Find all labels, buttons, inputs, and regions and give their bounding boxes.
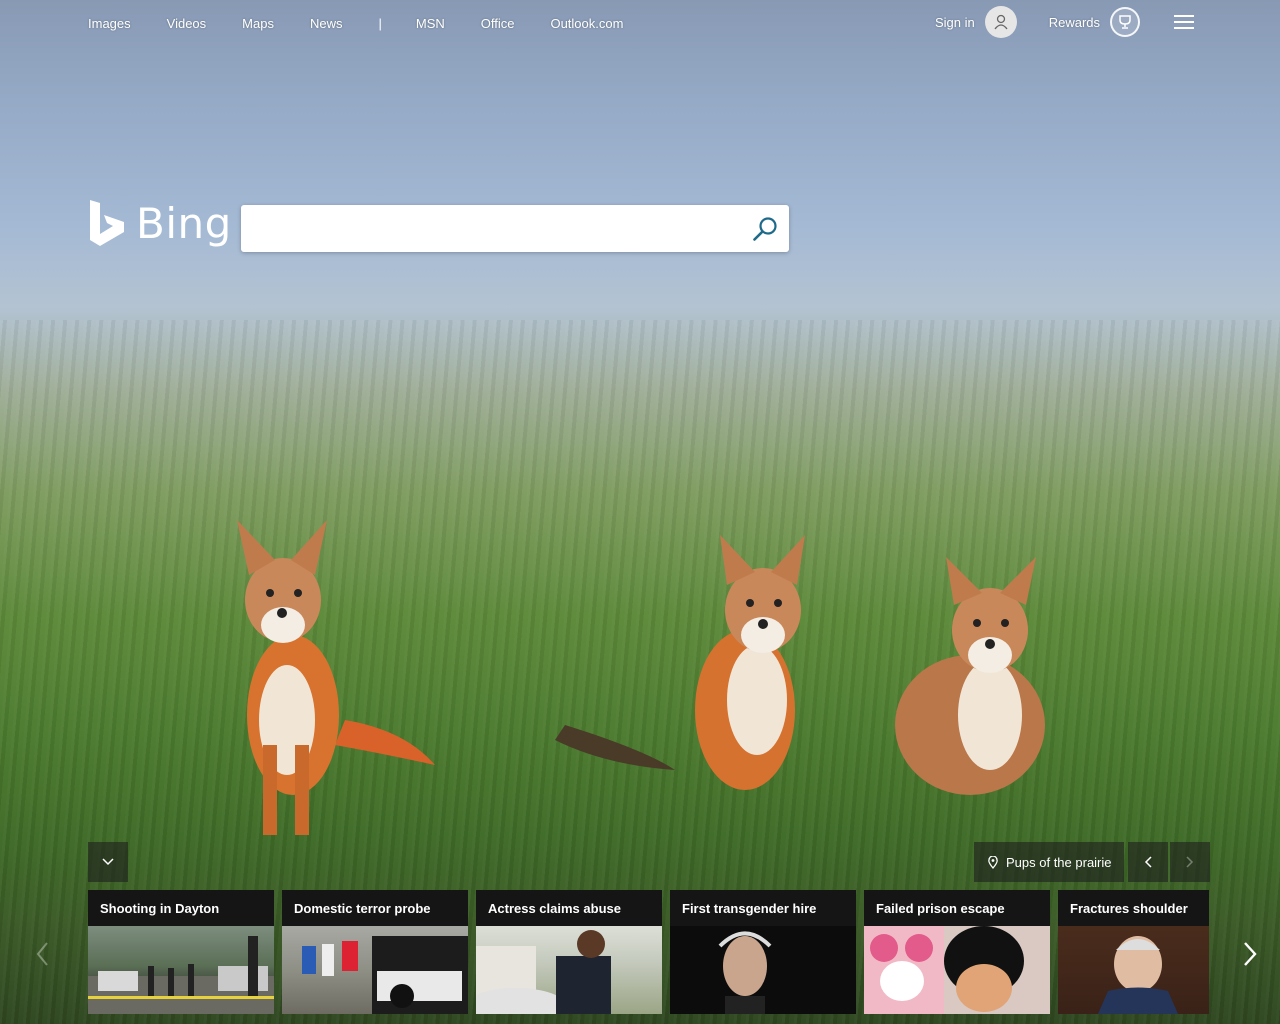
news-card[interactable]: Fractures shoulder xyxy=(1058,890,1209,1014)
news-card-thumbnail xyxy=(282,926,468,1014)
trophy-icon[interactable] xyxy=(1110,7,1140,37)
top-nav: Images Videos Maps News | MSN Office Out… xyxy=(88,13,659,33)
hamburger-icon[interactable] xyxy=(1174,15,1194,29)
account-bar: Sign in Rewards xyxy=(935,6,1194,38)
nav-msn-link[interactable]: MSN xyxy=(416,16,445,31)
chevron-down-icon xyxy=(102,858,114,866)
news-card[interactable]: Actress claims abuse xyxy=(476,890,662,1014)
news-card-title: Failed prison escape xyxy=(864,890,1050,926)
chevron-right-icon xyxy=(1185,856,1193,868)
previous-image-button[interactable] xyxy=(1127,842,1168,882)
news-card-title: Fractures shoulder xyxy=(1058,890,1209,926)
news-card[interactable]: First transgender hire xyxy=(670,890,856,1014)
nav-separator: | xyxy=(378,15,382,31)
user-icon[interactable] xyxy=(984,6,1017,38)
fox-right xyxy=(895,557,1045,795)
nav-news-link[interactable]: News xyxy=(310,16,343,31)
signin-link[interactable]: Sign in xyxy=(935,15,975,30)
news-card[interactable]: Failed prison escape xyxy=(864,890,1050,1014)
news-card-title: First transgender hire xyxy=(670,890,856,926)
carousel-next-icon[interactable] xyxy=(1240,940,1260,968)
fox-left xyxy=(237,520,435,835)
bing-b-icon xyxy=(90,200,124,246)
news-carousel: Shooting in Dayton Domestic terror probe… xyxy=(88,890,1209,1014)
image-title-button[interactable]: Pups of the prairie xyxy=(974,842,1124,882)
next-image-button[interactable] xyxy=(1169,842,1210,882)
nav-maps-link[interactable]: Maps xyxy=(242,16,274,31)
news-card[interactable]: Domestic terror probe xyxy=(282,890,468,1014)
news-card-thumbnail xyxy=(670,926,856,1014)
news-card-title: Actress claims abuse xyxy=(476,890,662,926)
news-card-thumbnail xyxy=(88,926,274,1014)
news-card-thumbnail xyxy=(1058,926,1209,1014)
news-card-thumbnail xyxy=(864,926,1050,1014)
collapse-button[interactable] xyxy=(88,842,128,882)
carousel-prev-icon[interactable] xyxy=(34,940,50,968)
news-card[interactable]: Shooting in Dayton xyxy=(88,890,274,1014)
chevron-left-icon xyxy=(1144,856,1152,868)
bing-logo[interactable]: Bing xyxy=(88,198,232,248)
news-card-thumbnail xyxy=(476,926,662,1014)
rewards-link[interactable]: Rewards xyxy=(1049,15,1100,30)
image-info-bar: Pups of the prairie xyxy=(974,842,1210,882)
nav-images-link[interactable]: Images xyxy=(88,16,131,31)
search-input[interactable] xyxy=(253,213,747,245)
nav-videos-link[interactable]: Videos xyxy=(167,16,207,31)
location-pin-icon xyxy=(988,855,998,869)
fox-middle xyxy=(555,535,805,790)
news-card-title: Domestic terror probe xyxy=(282,890,468,926)
nav-outlook-link[interactable]: Outlook.com xyxy=(550,16,623,31)
search-icon[interactable] xyxy=(751,215,779,243)
news-card-title: Shooting in Dayton xyxy=(88,890,274,926)
bing-wordmark: Bing xyxy=(136,198,232,248)
image-title-text: Pups of the prairie xyxy=(1006,854,1112,870)
nav-office-link[interactable]: Office xyxy=(481,16,515,31)
search-box xyxy=(241,205,789,252)
